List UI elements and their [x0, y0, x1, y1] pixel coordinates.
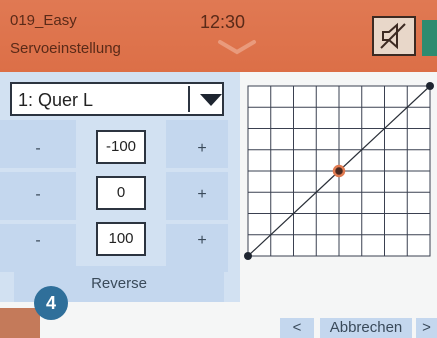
- step-badge: 4: [34, 286, 68, 320]
- model-name: 019_Easy: [10, 12, 77, 29]
- curve-center-point: [332, 164, 346, 178]
- prev-button[interactable]: <: [280, 318, 314, 338]
- decrease-max-button[interactable]: -: [18, 232, 58, 250]
- servo-settings-screen: 019_Easy Servoeinstellung 12:30 1: Quer …: [0, 0, 437, 338]
- curve-end-point: [426, 82, 434, 90]
- corner-accent: [0, 308, 40, 338]
- increase-min-button[interactable]: +: [182, 140, 222, 158]
- curve-plot: [244, 82, 434, 260]
- next-button[interactable]: >: [416, 318, 437, 338]
- mute-button[interactable]: [372, 16, 416, 56]
- decrease-min-button[interactable]: -: [18, 140, 58, 158]
- decrease-center-button[interactable]: -: [18, 186, 58, 204]
- center-value-field[interactable]: 0: [96, 176, 146, 210]
- cancel-button[interactable]: Abbrechen: [320, 318, 412, 338]
- triangle-down-icon[interactable]: [200, 94, 222, 106]
- servo-select[interactable]: 1: Quer L: [10, 82, 224, 116]
- increase-center-button[interactable]: +: [182, 186, 222, 204]
- increase-max-button[interactable]: +: [182, 232, 222, 250]
- clock: 12:30: [200, 12, 246, 32]
- battery-icon: [422, 20, 437, 56]
- chevron-down-icon[interactable]: [216, 36, 258, 58]
- header-bar: 019_Easy Servoeinstellung 12:30: [0, 0, 437, 72]
- page-title: Servoeinstellung: [10, 40, 121, 57]
- servo-curve-graph: [242, 78, 437, 268]
- curve-end-point: [244, 252, 252, 260]
- servo-select-value: 1: Quer L: [18, 90, 94, 110]
- min-value-field[interactable]: -100: [96, 130, 146, 164]
- speaker-mute-icon: [380, 22, 406, 50]
- select-divider: [188, 86, 190, 112]
- max-value-field[interactable]: 100: [96, 222, 146, 256]
